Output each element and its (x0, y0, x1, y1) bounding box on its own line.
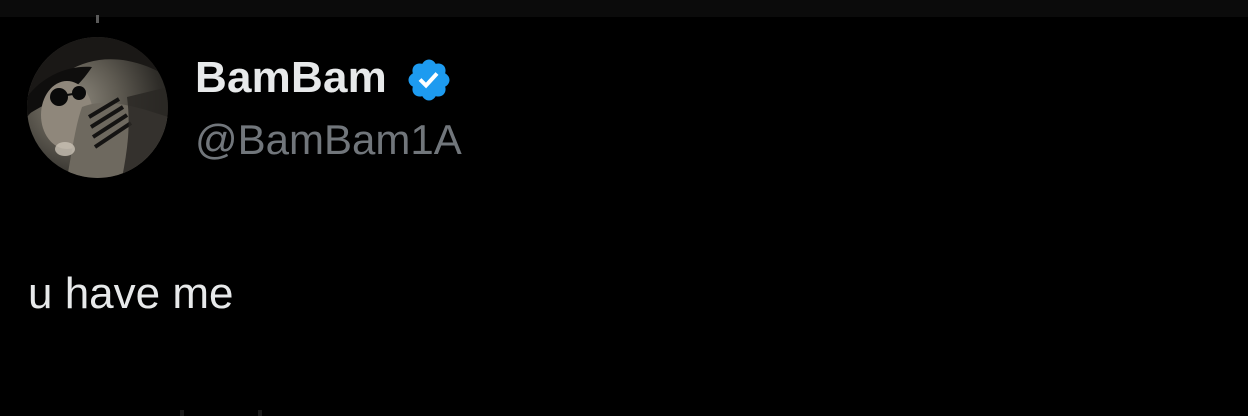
cropped-glyph (180, 410, 184, 416)
tweet-card[interactable]: BamBam @BamBam1A u have me (0, 0, 1248, 416)
cropped-content-edge (0, 406, 1248, 416)
author-handle[interactable]: @BamBam1A (195, 115, 462, 165)
avatar[interactable] (27, 37, 168, 178)
profile-photo (27, 37, 168, 178)
cropped-glyph (258, 410, 262, 416)
author-display-name[interactable]: BamBam (195, 52, 387, 104)
verified-badge-icon (408, 59, 450, 101)
tweet-text: u have me (28, 269, 234, 318)
